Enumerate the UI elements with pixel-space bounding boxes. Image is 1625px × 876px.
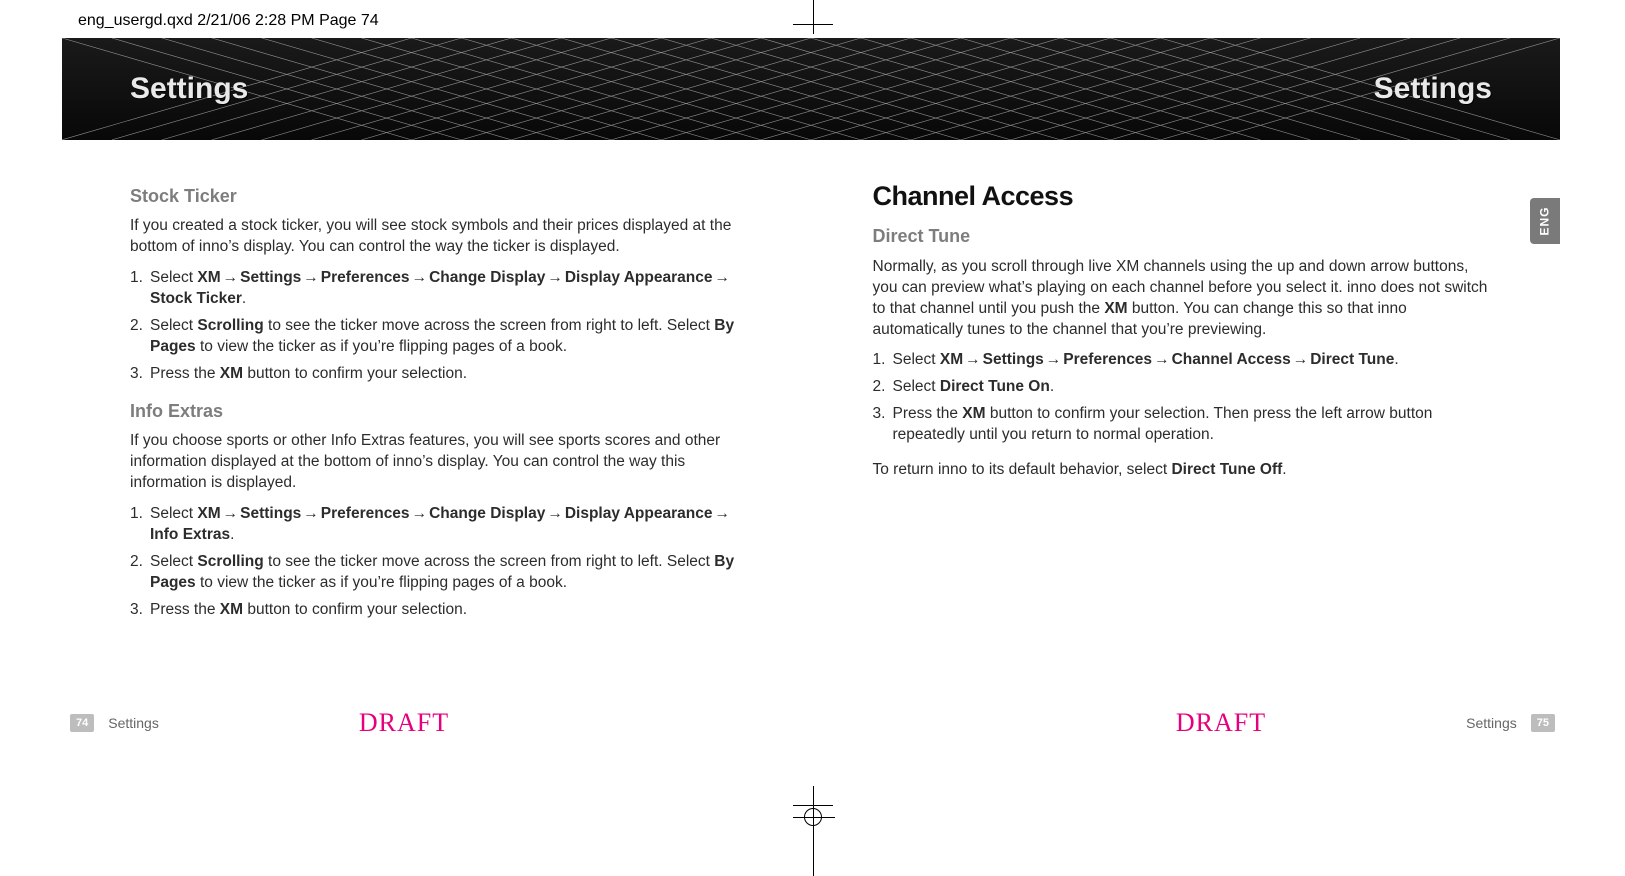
section-intro: If you choose sports or other Info Extra… xyxy=(130,431,753,494)
banner: Settings Settings xyxy=(62,38,1560,140)
instruction-step: 2. Select Scrolling to see the ticker mo… xyxy=(130,552,753,594)
mesh-graphic xyxy=(62,38,1560,140)
draft-watermark-right: DRAFT xyxy=(1176,708,1266,738)
registration-mark xyxy=(804,808,822,826)
instruction-step: 1. Select XM → Settings → Preferences → … xyxy=(130,268,753,310)
instruction-step: 1. Select XM → Settings → Preferences → … xyxy=(873,350,1496,371)
page-spread: Stock Ticker If you created a stock ticke… xyxy=(0,140,1625,634)
page-number-right: 75 xyxy=(1531,714,1555,732)
draft-watermark-left: DRAFT xyxy=(359,708,449,738)
footer-label-left: Settings xyxy=(108,715,159,731)
page-heading: Channel Access xyxy=(873,178,1496,214)
crop-mark-top xyxy=(793,0,833,34)
instruction-step: 1. Select XM → Settings → Preferences → … xyxy=(130,504,753,546)
steps-list: 1. Select XM → Settings → Preferences → … xyxy=(130,268,753,385)
instruction-step: 2. Select Scrolling to see the ticker mo… xyxy=(130,316,753,358)
right-page: Channel Access Direct Tune Normally, as yo… xyxy=(813,178,1556,634)
footer: 74 Settings DRAFT DRAFT Settings 75 xyxy=(70,708,1555,738)
footer-label-right: Settings xyxy=(1466,715,1517,731)
section-intro: Normally, as you scroll through live XM … xyxy=(873,257,1496,341)
crop-mark-bottom xyxy=(793,786,833,876)
section-heading: Info Extras xyxy=(130,399,753,423)
instruction-step: 2. Select Direct Tune On. xyxy=(873,377,1496,398)
instruction-step: 3. Press the XM button to confirm your s… xyxy=(130,600,753,621)
language-tab-label: ENG xyxy=(1538,206,1552,235)
page-number-left: 74 xyxy=(70,714,94,732)
section-intro: If you created a stock ticker, you will … xyxy=(130,216,753,258)
left-page: Stock Ticker If you created a stock ticke… xyxy=(70,178,813,634)
section-heading: Direct Tune xyxy=(873,224,1496,248)
footer-right: Settings 75 xyxy=(1466,714,1555,732)
instruction-step: 3. Press the XM button to confirm your s… xyxy=(873,404,1496,446)
banner-title-left: Settings xyxy=(130,72,248,106)
steps-list: 1. Select XM → Settings → Preferences → … xyxy=(130,504,753,621)
steps-list: 1. Select XM → Settings → Preferences → … xyxy=(873,350,1496,446)
banner-title-right: Settings xyxy=(1374,72,1492,106)
section-heading: Stock Ticker xyxy=(130,184,753,208)
language-tab: ENG xyxy=(1530,198,1560,244)
instruction-step: 3. Press the XM button to confirm your s… xyxy=(130,364,753,385)
section-outro: To return inno to its default behavior, … xyxy=(873,460,1496,481)
footer-left: 74 Settings xyxy=(70,714,159,732)
